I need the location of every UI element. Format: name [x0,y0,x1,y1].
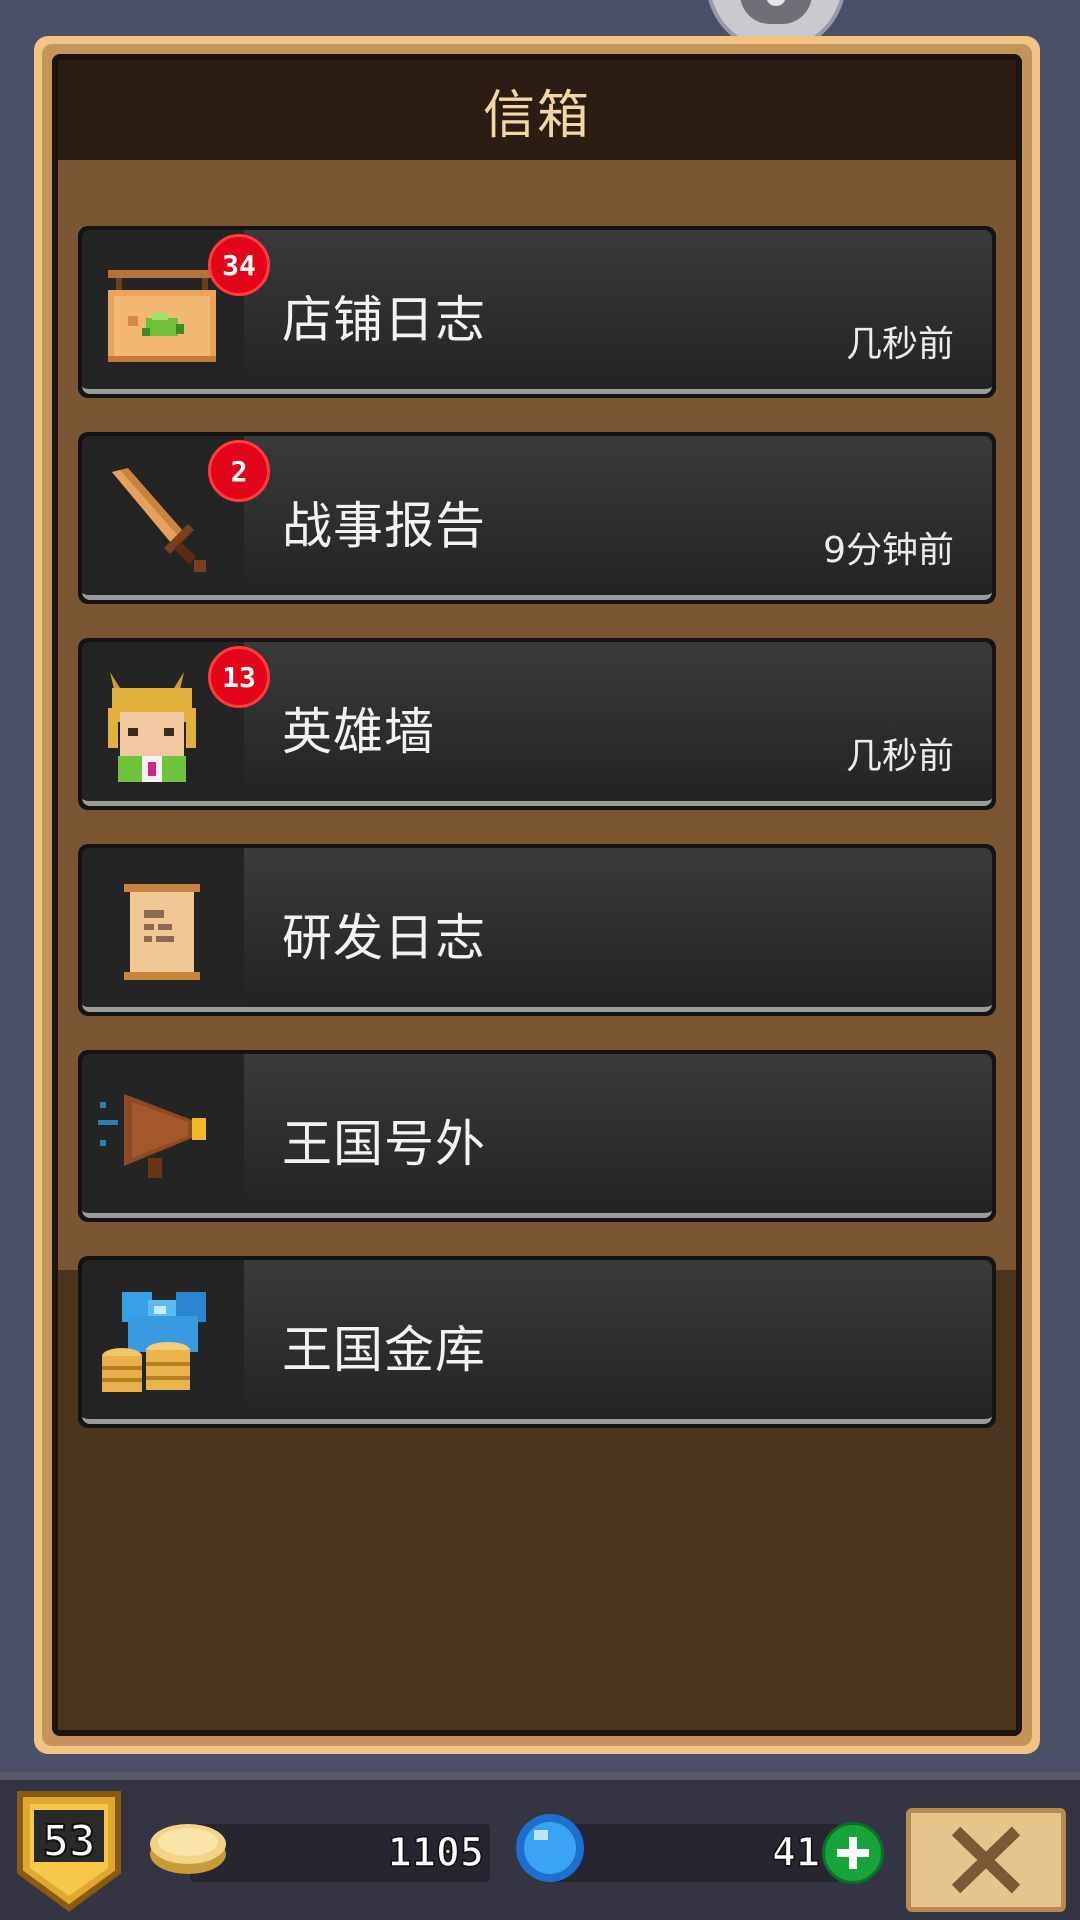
mail-item-label: 战事报告 [282,497,486,555]
mail-item-label: 英雄墙 [282,703,435,761]
treasure-icon [102,1292,206,1392]
mail-item-kingdom-news[interactable]: 王国号外 [78,1050,996,1222]
mail-item-time: 几秒前 [845,324,954,365]
plus-icon [837,1837,869,1869]
mail-item-time: 9分钟前 [823,530,954,571]
megaphone-icon [98,1094,206,1178]
unread-badge: 2 [208,440,270,502]
coin-count: 1105 [387,1829,485,1877]
close-button[interactable] [906,1808,1066,1912]
page-title: 信箱 [482,85,591,146]
mail-item-time: 几秒前 [845,736,954,777]
resource-bar: 53 1105 41 [0,1772,1080,1920]
mail-item-label: 王国金库 [282,1321,486,1379]
unread-badge: 13 [208,646,270,708]
gem-icon [516,1814,584,1882]
mail-item-kingdom-treasury[interactable]: 王国金库 [78,1256,996,1428]
coin-icon [150,1824,226,1874]
add-gems-button[interactable] [822,1822,884,1884]
player-level: 53 [42,1815,97,1868]
mail-item-research-log[interactable]: 研发日志 [78,844,996,1016]
mail-item-battle-report[interactable]: 战事报告 9分钟前 2 [78,432,996,604]
panel-header: 信箱 [58,60,1016,160]
scroll-icon [124,884,200,980]
mail-item-hero-wall[interactable]: 英雄墙 几秒前 13 [78,638,996,810]
mailbox-panel: 信箱 店铺日志 几秒前 34 战事报告 9分钟前 2 英雄墙 几秒前 13 研发… [34,36,1040,1754]
mail-item-label: 店铺日志 [282,291,486,349]
gem-count: 41 [771,1829,821,1877]
close-icon [951,1826,1021,1894]
mailbox-screen: 信箱 店铺日志 几秒前 34 战事报告 9分钟前 2 英雄墙 几秒前 13 研发… [0,0,1080,1920]
mail-item-label: 王国号外 [282,1115,486,1173]
cat-face-icon [740,0,812,24]
mail-item-label: 研发日志 [282,909,486,967]
mail-item-shop-log[interactable]: 店铺日志 几秒前 34 [78,226,996,398]
unread-badge: 34 [208,234,270,296]
